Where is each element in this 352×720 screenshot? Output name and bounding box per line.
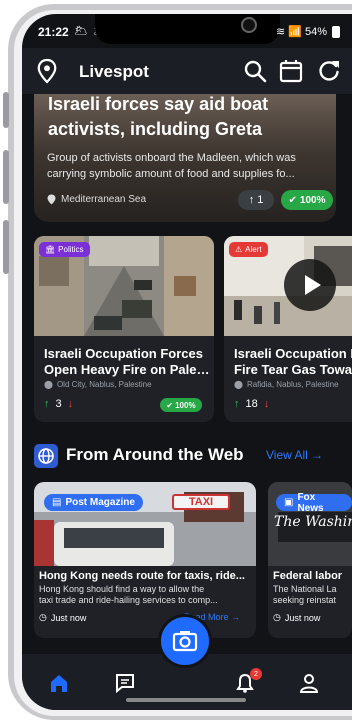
vote-count: 3 xyxy=(55,398,62,410)
app-bar: Livespot xyxy=(22,48,352,94)
news-badge-value: 100% xyxy=(175,400,196,410)
upvote-icon[interactable]: ↑ xyxy=(44,398,50,410)
signal-icon: 📶 xyxy=(288,26,302,38)
search-icon[interactable] xyxy=(242,58,268,84)
news-card[interactable]: 🏛 Politics Israeli Occupation Forces Ope… xyxy=(34,236,214,422)
location-pin-icon: ⬤ xyxy=(44,380,53,389)
verified-badge: ✔ 100% xyxy=(281,190,333,210)
downvote-icon[interactable]: ↓ xyxy=(264,398,270,410)
battery-percent: 54% xyxy=(304,25,327,38)
news-card[interactable]: ⚠ Alert Israeli Occupation F Fire Tear G… xyxy=(224,236,352,422)
status-right: ≋ 📶 54% xyxy=(276,25,340,38)
news-title: Israeli Occupation Forces Open Heavy Fir… xyxy=(44,346,212,378)
shield-check-icon: ✔ xyxy=(166,400,174,410)
article-desc-line2: seeking reinstat xyxy=(273,595,337,605)
article-title: Federal labor xyxy=(273,570,343,582)
source-badge: ▤ Post Magazine xyxy=(44,494,143,511)
building-icon: 🏛 xyxy=(45,245,56,254)
camera-button[interactable] xyxy=(158,614,212,668)
hero-description: Group of activists onboard the Madleen, … xyxy=(47,152,296,180)
location-pin-icon xyxy=(47,194,56,205)
downvote-icon[interactable]: ↓ xyxy=(68,398,74,410)
article-time: ◷ Just now xyxy=(273,612,320,623)
article-time-text: Just now xyxy=(284,612,321,623)
play-button[interactable] xyxy=(284,259,336,311)
hero-title: Israeli forces say aid boat activists, i… xyxy=(48,94,269,139)
clock-icon: ◷ xyxy=(39,612,47,622)
status-time: 21:22 xyxy=(38,25,69,39)
side-button-volume-down xyxy=(3,220,9,274)
news-location-text: Old City, Nablus, Palestine xyxy=(56,380,152,389)
side-button-silent xyxy=(3,92,9,128)
article-desc-line2: taxi trade and ride-hailing services to … xyxy=(39,595,218,605)
tv-icon: ▣ xyxy=(284,497,294,508)
vote-count: 18 xyxy=(245,398,258,410)
source-name: Post Magazine xyxy=(65,497,135,508)
home-indicator xyxy=(126,698,246,702)
hero-vote-count[interactable]: ↑ 1 xyxy=(238,190,274,210)
category-badge: ⚠ Alert xyxy=(229,242,268,257)
newspaper-masthead: The Washington xyxy=(274,514,352,530)
news-title: Israeli Occupation F Fire Tear Gas Towar xyxy=(234,346,352,378)
wifi-icon: ≋ xyxy=(276,26,286,38)
play-icon xyxy=(305,275,321,295)
upvote-icon[interactable]: ↑ xyxy=(234,398,240,410)
source-badge: ▣ Fox News xyxy=(276,491,352,514)
news-location-text: Rafidia, Nablus, Palestine xyxy=(246,380,339,389)
news-title-line1: Israeli Occupation F xyxy=(234,346,352,361)
refresh-icon[interactable] xyxy=(316,58,342,84)
article-description: The National La seeking reinstat xyxy=(273,584,352,606)
clock-icon: ◷ xyxy=(273,612,281,622)
shield-check-icon: ✔ xyxy=(288,194,297,206)
messages-icon[interactable] xyxy=(114,672,136,694)
view-all-link[interactable]: View All → xyxy=(266,448,323,462)
hero-votes-value: 1 xyxy=(257,194,264,206)
news-votes: ↑ 3 ↓ xyxy=(44,398,73,410)
category-badge: 🏛 Politics xyxy=(39,242,90,257)
category-label: Politics xyxy=(58,245,84,254)
article-time: ◷ Just now xyxy=(39,612,86,623)
hero-location-text: Mediterranean Sea xyxy=(61,194,147,205)
news-votes: ↑ 18 ↓ xyxy=(234,398,269,410)
hero-badge-value: 100% xyxy=(299,194,326,206)
taxi-sign: TAXI xyxy=(172,494,230,510)
hero-location: Mediterranean Sea xyxy=(47,194,146,205)
article-description: Hong Kong should find a way to allow the… xyxy=(39,584,251,606)
globe-icon xyxy=(34,444,58,468)
camera-icon xyxy=(172,631,198,652)
news-location: ⬤ Rafidia, Nablus, Palestine xyxy=(234,380,339,389)
news-title-line2: Open Heavy Fire on Pales... xyxy=(44,362,212,377)
news-title-line1: Israeli Occupation Forces xyxy=(44,346,203,361)
battery-icon xyxy=(332,25,340,38)
article-time-text: Just now xyxy=(50,612,87,623)
newspaper-icon: ▤ xyxy=(52,497,62,508)
article-title: Hong Kong needs route for taxis, ride... xyxy=(39,570,245,582)
section-title: From Around the Web xyxy=(66,445,244,464)
source-name: Fox News xyxy=(297,491,324,514)
alert-icon: ⚠ xyxy=(235,245,243,254)
hero-news-card[interactable]: Israeli forces say aid boat activists, i… xyxy=(34,94,336,222)
verified-badge: ✔ 100% xyxy=(160,398,202,412)
news-location: ⬤ Old City, Nablus, Palestine xyxy=(44,380,152,389)
app-title: Livespot xyxy=(79,62,149,81)
calendar-icon[interactable] xyxy=(278,58,304,84)
location-pin-icon: ⬤ xyxy=(234,380,243,389)
home-icon[interactable] xyxy=(48,672,70,694)
web-article-card[interactable]: The Washington ▣ Fox News Federal labor … xyxy=(268,482,352,638)
article-desc-line1: Hong Kong should find a way to allow the xyxy=(39,584,205,594)
side-button-volume-up xyxy=(3,150,9,204)
notification-count-badge: 2 xyxy=(250,668,262,680)
news-title-line2: Fire Tear Gas Towar xyxy=(234,362,352,377)
category-label: Alert xyxy=(245,245,262,254)
camera-icon xyxy=(241,17,257,33)
status-bar: 21:22 🌥 🌥 ≋ 📶 54% xyxy=(22,14,352,48)
web-article-card[interactable]: TAXI ▤ Post Magazine Hong Kong needs rou… xyxy=(34,482,256,638)
article-desc-line1: The National La xyxy=(273,584,337,594)
arrow-up-icon: ↑ xyxy=(248,194,255,206)
map-pin-icon[interactable] xyxy=(36,58,58,84)
profile-icon[interactable] xyxy=(298,672,320,694)
app-screen: 21:22 🌥 🌥 ≋ 📶 54% Livespot Israeli force… xyxy=(22,14,352,710)
